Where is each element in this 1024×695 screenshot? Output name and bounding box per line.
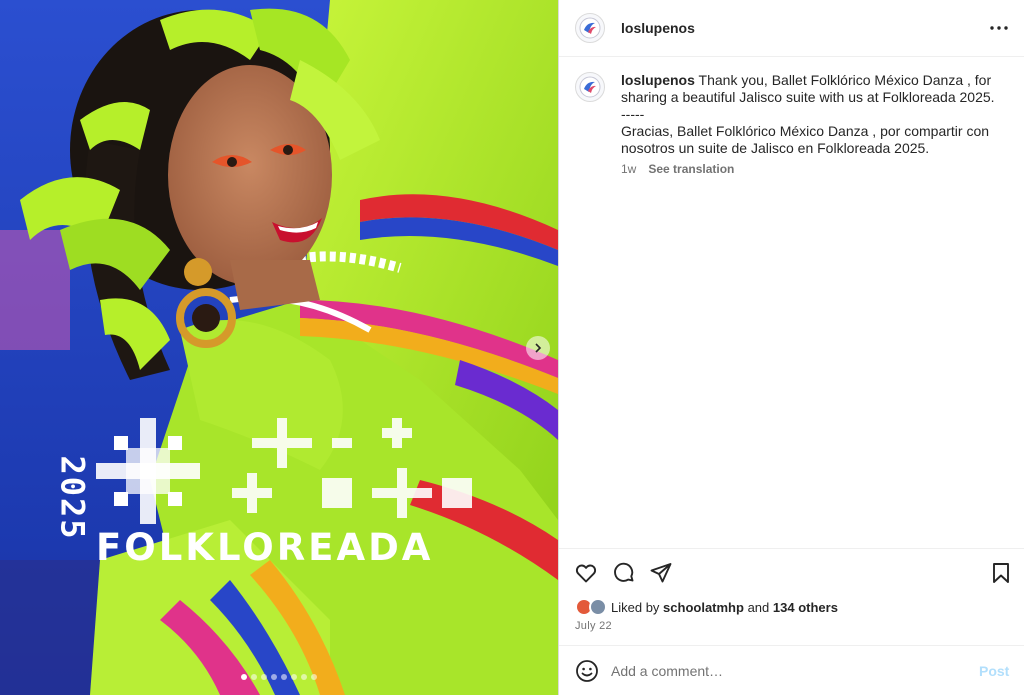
profile-logo-icon [579,76,601,98]
liked-by-joiner: and [747,599,770,615]
caption-meta: 1w See translation [621,162,734,176]
post-comment-button[interactable]: Post [979,663,1009,679]
like-button[interactable] [574,561,598,585]
carousel-dot [261,674,267,680]
post-photo [0,0,558,695]
emoji-icon [576,660,598,682]
more-horizontal-icon [990,26,1008,30]
caption-line-2: Gracias, Ballet Folklórico México Danza … [621,123,990,156]
post-caption: loslupenos Thank you, Ballet Folklórico … [621,72,1001,157]
see-translation-link[interactable]: See translation [648,162,734,176]
graphic-title-text: FOLKLOREADA [96,526,434,569]
profile-logo-icon [579,17,601,39]
divider [559,548,1024,549]
carousel-dot [301,674,307,680]
carousel-dot [311,674,317,680]
more-options-button[interactable] [989,19,1009,37]
comment-input[interactable] [611,659,961,683]
comment-icon [614,562,634,582]
post-date[interactable]: July 22 [575,620,612,632]
liked-by-text: Liked by schoolatmhp and 134 others [611,600,838,615]
bookmark-icon [993,563,1009,583]
graphic-year-text: 2025 [54,455,92,541]
folkloreada-snowflake-graphic [96,418,200,524]
carousel-dot [281,674,287,680]
caption-username[interactable]: loslupenos [621,72,695,88]
caption-age: 1w [621,162,637,176]
caption-english: loslupenos Thank you, Ballet Folklórico … [621,72,1001,106]
caption-avatar[interactable] [575,72,605,102]
carousel-dot [251,674,257,680]
likes-summary: Liked by schoolatmhp and 134 others [575,598,838,616]
divider [559,645,1024,646]
avatar[interactable] [575,13,605,43]
carousel-dot [241,674,247,680]
comment-button[interactable] [612,561,636,585]
heart-icon [575,564,597,583]
liked-by-user-link[interactable]: schoolatmhp [663,600,744,615]
emoji-button[interactable] [575,659,599,683]
folkloreada-pattern-graphic [232,418,472,518]
carousel-next-button[interactable] [526,336,550,360]
post-media[interactable]: 2025 FOLKLOREADA [0,0,558,695]
chevron-right-icon [535,343,542,353]
post-username[interactable]: loslupenos [621,20,695,36]
carousel-dot [271,674,277,680]
liked-by-others-link[interactable]: 134 others [773,600,838,615]
send-icon [650,563,672,583]
post-header: loslupenos [559,0,1024,57]
liked-by-prefix: Liked by [611,599,660,615]
carousel-indicator [0,674,558,680]
carousel-dot [291,674,297,680]
save-button[interactable] [989,561,1013,585]
caption-separator: ----- [621,106,645,122]
post-details-panel: loslupenos loslupenos Thank you, Ballet … [558,0,1024,695]
avatar [589,598,607,616]
liker-avatars[interactable] [575,598,609,616]
share-button[interactable] [649,561,673,585]
